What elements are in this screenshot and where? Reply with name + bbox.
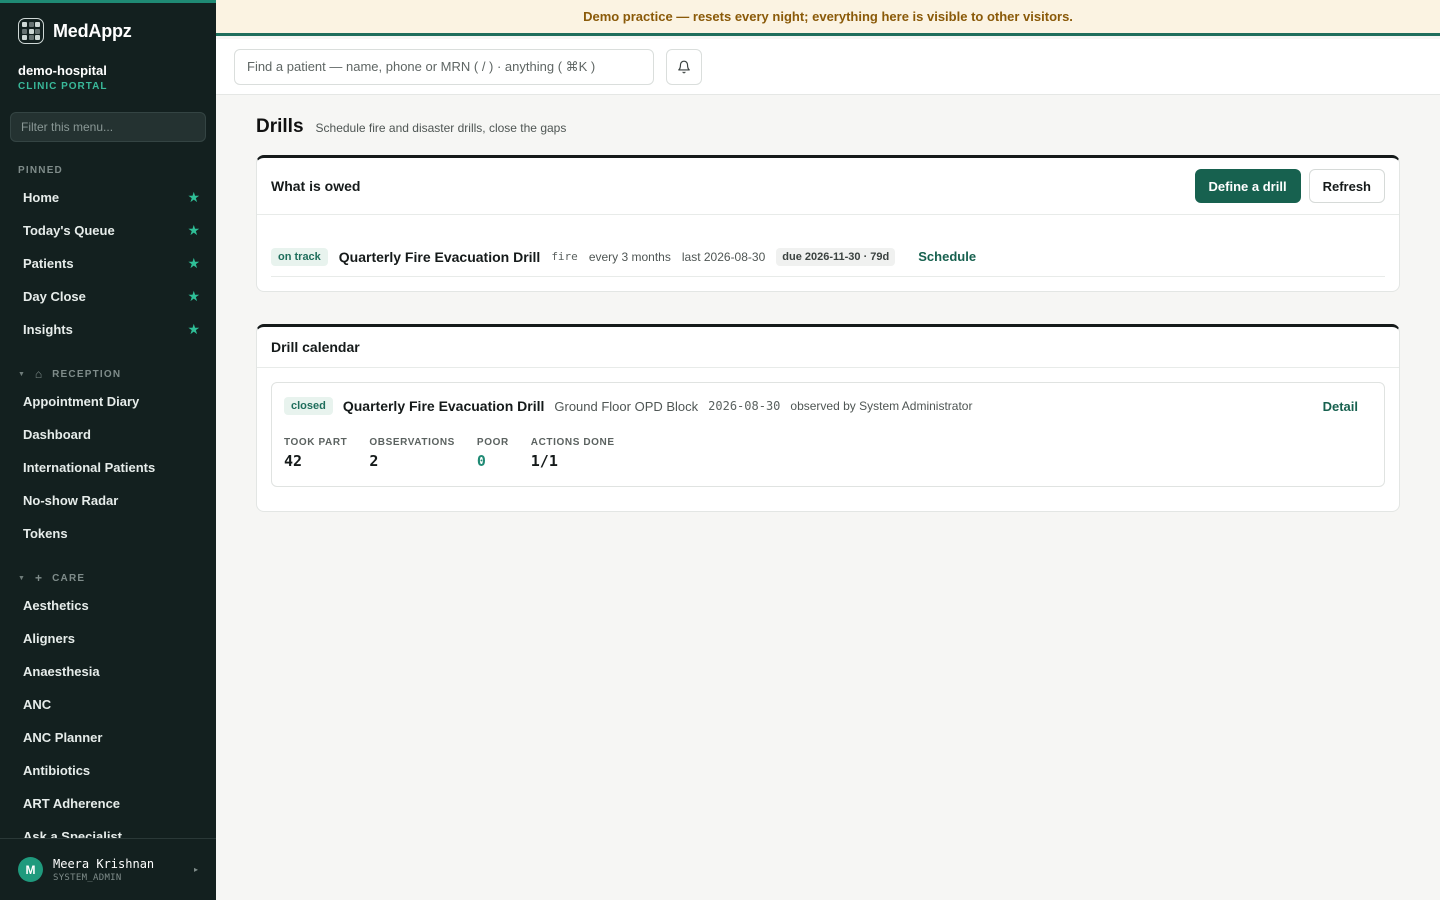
star-icon[interactable]: ★: [187, 288, 200, 305]
what-is-owed-card: What is owed Define a drill Refresh on t…: [256, 155, 1400, 292]
drill-stats: TOOK PART 42 OBSERVATIONS 2 POOR 0 ACTIO…: [284, 437, 1372, 470]
page-subtitle: Schedule fire and disaster drills, close…: [315, 121, 567, 135]
chevron-icon[interactable]: ▸: [194, 865, 198, 874]
star-icon[interactable]: ★: [187, 222, 200, 239]
due-badge: due 2026-11-30 · 79d: [776, 247, 896, 266]
sidebar-item-no-show-radar[interactable]: No-show Radar: [0, 484, 216, 517]
bell-icon: [678, 60, 690, 73]
org-name: demo-hospital: [18, 63, 107, 78]
page-header: Drills Schedule fire and disaster drills…: [256, 116, 1400, 138]
brand[interactable]: MedAppz: [0, 3, 216, 59]
list-item: on track Quarterly Fire Evacuation Drill…: [271, 237, 1385, 277]
sidebar-item-home[interactable]: Home ★: [0, 181, 216, 214]
sidebar-item-todays-queue[interactable]: Today's Queue ★: [0, 214, 216, 247]
card-header: Drill calendar: [257, 327, 1399, 368]
app-logo-icon: [18, 18, 44, 44]
card-header: What is owed Define a drill Refresh: [257, 158, 1399, 215]
top-bar: Find a patient — name, phone or MRN ( / …: [216, 39, 1440, 95]
section-care-toggle[interactable]: ▼ + CARE: [0, 571, 216, 585]
status-badge: closed: [284, 397, 333, 415]
main-content: Drills Schedule fire and disaster drills…: [256, 95, 1400, 512]
demo-banner: Demo practice — resets every night; ever…: [216, 0, 1440, 36]
menu-filter-input[interactable]: Filter this menu...: [10, 112, 206, 142]
caret-down-icon: ▼: [18, 370, 27, 378]
caret-down-icon: ▼: [18, 574, 27, 582]
drill-frequency: every 3 months: [588, 249, 671, 264]
calendar-entry: closed Quarterly Fire Evacuation Drill G…: [271, 382, 1385, 487]
patient-search-input[interactable]: Find a patient — name, phone or MRN ( / …: [234, 48, 654, 85]
sidebar-item-anaesthesia[interactable]: Anaesthesia: [0, 655, 216, 688]
avatar: M: [18, 857, 43, 882]
sidebar-item-day-close[interactable]: Day Close ★: [0, 280, 216, 313]
define-drill-button[interactable]: Define a drill: [1194, 169, 1301, 203]
section-reception-toggle[interactable]: ▼ ⌂ RECEPTION: [0, 367, 216, 381]
drill-calendar-card: Drill calendar closed Quarterly Fire Eva…: [256, 324, 1400, 512]
card-title: What is owed: [271, 178, 361, 194]
sidebar-item-art-adherence[interactable]: ART Adherence: [0, 787, 216, 820]
sidebar-item-anc[interactable]: ANC: [0, 688, 216, 721]
drill-location: Ground Floor OPD Block: [554, 398, 699, 414]
drill-observer: observed by System Administrator: [790, 399, 973, 413]
org-switcher[interactable]: demo-hospital CLINIC PORTAL: [0, 59, 216, 92]
sidebar-item-tokens[interactable]: Tokens: [0, 517, 216, 550]
drill-name: Quarterly Fire Evacuation Drill: [342, 398, 545, 414]
sidebar-item-appointment-diary[interactable]: Appointment Diary: [0, 385, 216, 418]
star-icon[interactable]: ★: [187, 189, 200, 206]
stat-poor: POOR 0: [476, 437, 509, 470]
drill-date: 2026-08-30: [708, 399, 781, 413]
star-icon[interactable]: ★: [187, 255, 200, 272]
schedule-link[interactable]: Schedule: [918, 249, 976, 264]
sidebar-item-insights[interactable]: Insights ★: [0, 313, 216, 346]
notifications-button[interactable]: [666, 48, 702, 85]
stat-observations: OBSERVATIONS 2: [369, 437, 455, 470]
user-role: SYSTEM_ADMIN: [53, 872, 122, 883]
sidebar-nav[interactable]: PINNED Home ★ Today's Queue ★ Patients ★ Da…: [0, 158, 216, 841]
status-badge: on track: [271, 247, 328, 266]
drill-kind: fire: [551, 250, 578, 263]
section-pinned-label: PINNED: [18, 165, 63, 176]
sidebar: MedAppz demo-hospital CLINIC PORTAL Filt…: [0, 0, 216, 900]
sidebar-item-aligners[interactable]: Aligners: [0, 622, 216, 655]
drill-last-date: last 2026-08-30: [681, 249, 766, 264]
sidebar-item-antibiotics[interactable]: Antibiotics: [0, 754, 216, 787]
card-title: Drill calendar: [271, 339, 360, 355]
sidebar-item-anc-planner[interactable]: ANC Planner: [0, 721, 216, 754]
user-name: Meera Krishnan: [53, 856, 155, 871]
home-icon: ⌂: [34, 367, 44, 381]
stat-actions-done: ACTIONS DONE 1/1: [530, 437, 615, 470]
refresh-button[interactable]: Refresh: [1308, 169, 1385, 203]
org-subtitle: CLINIC PORTAL: [18, 81, 108, 92]
plus-icon: +: [35, 571, 44, 585]
sidebar-item-patients[interactable]: Patients ★: [0, 247, 216, 280]
star-icon[interactable]: ★: [187, 321, 200, 338]
stat-took-part: TOOK PART 42: [284, 437, 348, 470]
user-menu[interactable]: M Meera Krishnan SYSTEM_ADMIN ▸: [0, 838, 216, 900]
detail-link[interactable]: Detail: [1323, 399, 1358, 414]
sidebar-item-dashboard[interactable]: Dashboard: [0, 418, 216, 451]
sidebar-item-international-patients[interactable]: International Patients: [0, 451, 216, 484]
page-title: Drills: [256, 116, 304, 137]
sidebar-item-aesthetics[interactable]: Aesthetics: [0, 589, 216, 622]
app-name: MedAppz: [53, 20, 132, 41]
drill-name: Quarterly Fire Evacuation Drill: [338, 248, 541, 265]
